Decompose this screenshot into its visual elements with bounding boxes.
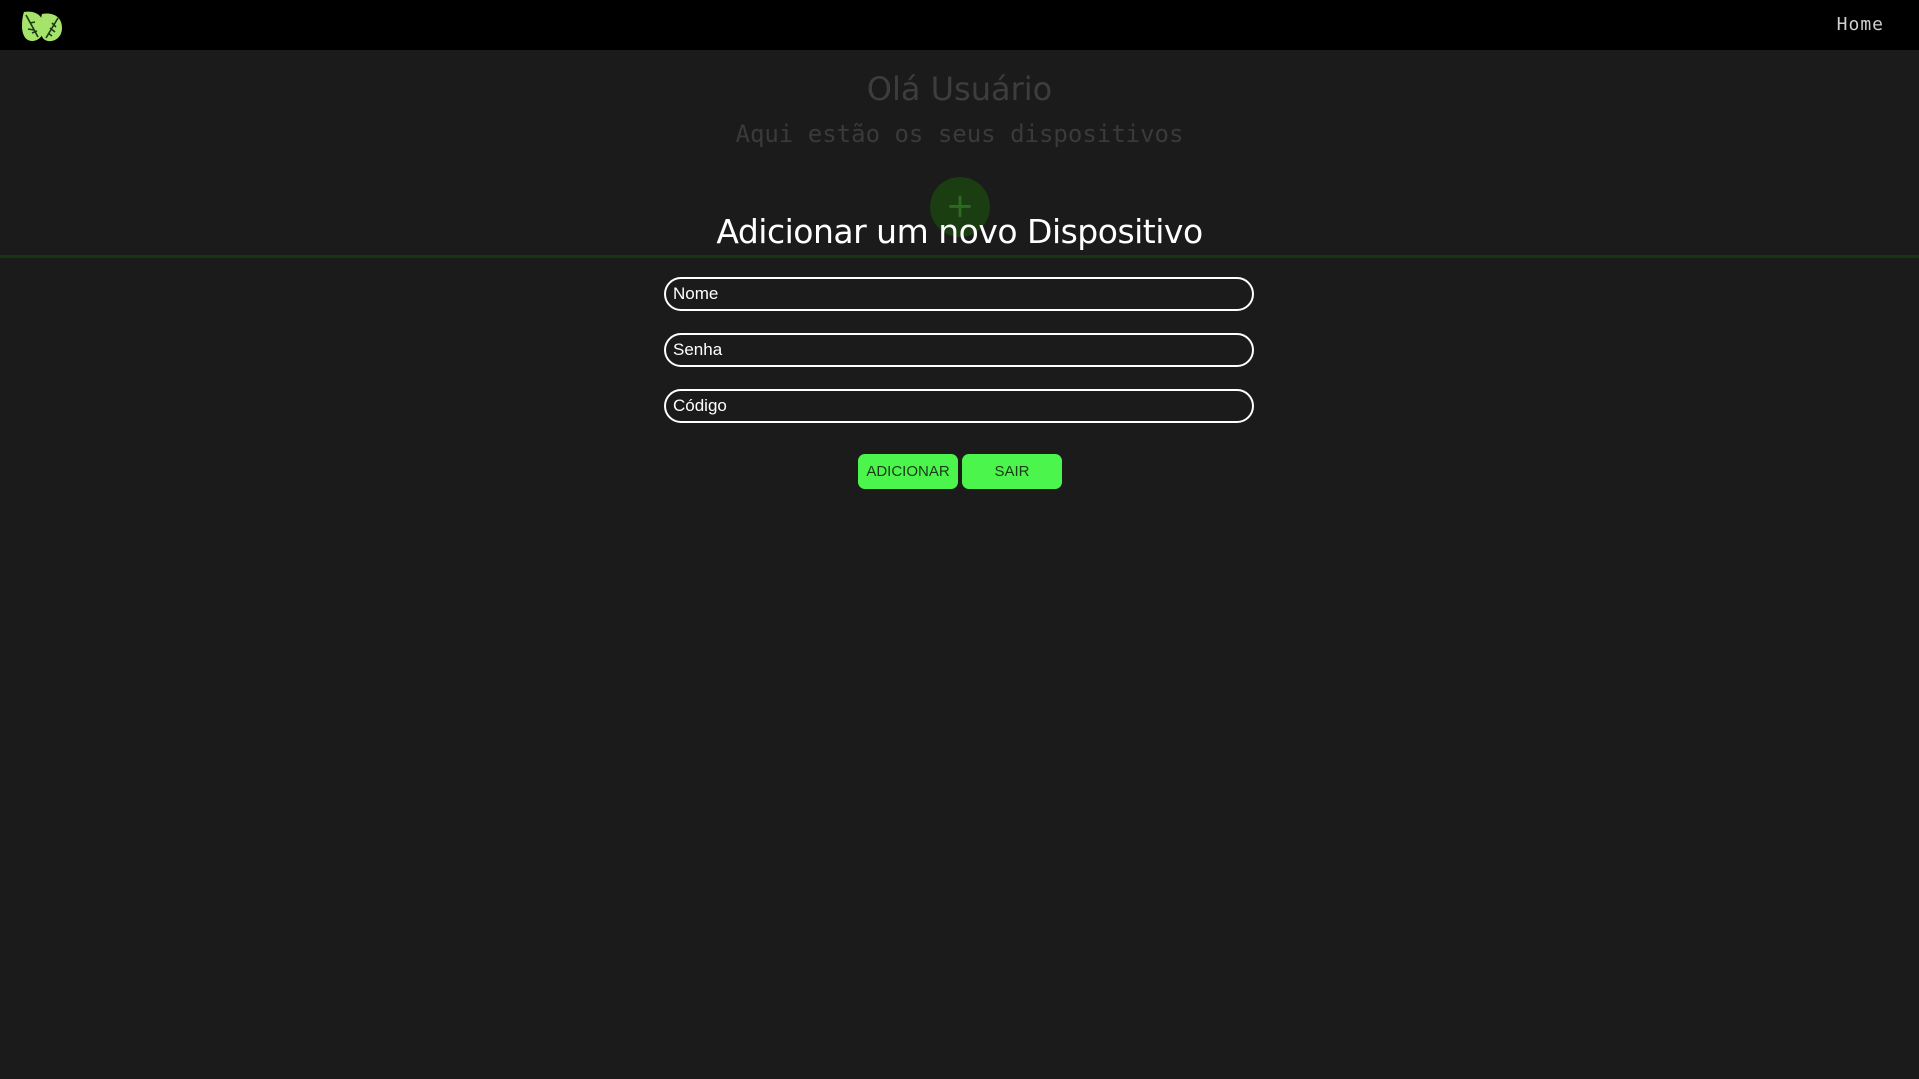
- add-button[interactable]: ADICIONAR: [858, 454, 958, 489]
- nav-home-link[interactable]: Home: [1837, 14, 1884, 35]
- codigo-input[interactable]: [664, 389, 1254, 423]
- exit-button[interactable]: SAIR: [962, 454, 1062, 489]
- header-divider: [0, 255, 1919, 258]
- nome-input[interactable]: [664, 277, 1254, 311]
- leaf-logo-icon[interactable]: [20, 6, 64, 44]
- navbar: Home: [0, 0, 1919, 50]
- modal-title: Adicionar um novo Dispositivo: [716, 212, 1203, 251]
- senha-input[interactable]: [664, 333, 1254, 367]
- greeting-heading: Olá Usuário: [866, 70, 1053, 108]
- devices-subtitle: Aqui estão os seus dispositivos: [735, 120, 1184, 148]
